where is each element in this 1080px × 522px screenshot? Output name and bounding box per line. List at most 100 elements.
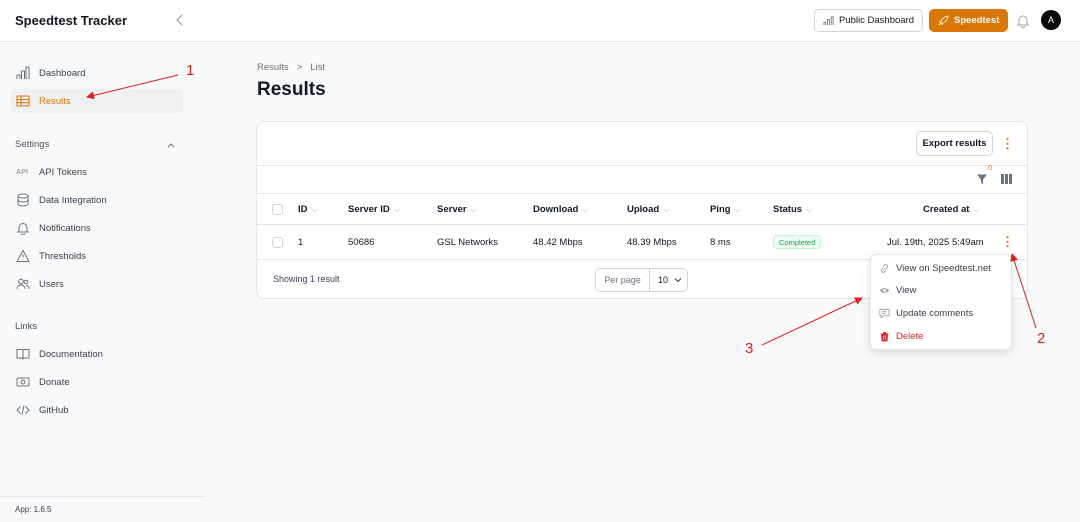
bar-chart-icon — [823, 16, 834, 26]
chevron-down-icon: ⌵ — [470, 204, 477, 214]
sidebar-item-dashboard[interactable]: Dashboard — [10, 61, 183, 85]
sidebar-item-label: GitHub — [39, 404, 69, 416]
per-page-select[interactable]: Per page 10 — [595, 268, 688, 292]
column-header-server[interactable]: Server ⌵ — [437, 204, 477, 215]
menu-item-label: View — [896, 284, 917, 296]
column-header-id[interactable]: ID ⌵ — [298, 204, 318, 215]
annotation-number-3: 3 — [745, 340, 754, 357]
table-actions-kebab-icon[interactable]: ⋮ — [1001, 137, 1014, 151]
rocket-icon — [938, 15, 949, 26]
public-dashboard-label: Public Dashboard — [839, 15, 914, 26]
column-header-created-at[interactable]: Created at ⌵ — [923, 204, 980, 215]
sidebar-item-label: Dashboard — [39, 67, 86, 79]
chevron-down-icon: ⌵ — [311, 204, 318, 214]
column-label: Download — [533, 204, 579, 215]
sidebar-item-users[interactable]: Users — [10, 272, 183, 296]
menu-item-label: Update comments — [896, 307, 974, 319]
cell-upload: 48.39 Mbps — [627, 237, 677, 248]
select-all-checkbox[interactable] — [272, 204, 283, 215]
eye-icon — [879, 287, 890, 293]
bell-icon — [16, 223, 30, 235]
column-label: Status — [773, 204, 803, 215]
chevron-down-icon: ⌵ — [806, 204, 813, 214]
menu-item-view-on-speedtest[interactable]: View on Speedtest.net — [879, 259, 991, 277]
annotation-number-1: 1 — [186, 62, 195, 79]
sidebar-item-thresholds[interactable]: Thresholds — [10, 244, 183, 268]
chevron-down-icon: ⌵ — [734, 204, 741, 214]
speedtest-button[interactable]: Speedtest — [929, 9, 1009, 32]
trash-icon — [880, 331, 889, 341]
column-label: Upload — [627, 204, 660, 215]
column-header-ping[interactable]: Ping ⌵ — [710, 204, 741, 215]
sidebar-item-donate[interactable]: Donate — [10, 370, 183, 394]
api-icon: API — [16, 168, 29, 176]
notifications-bell-icon[interactable] — [1016, 13, 1030, 28]
column-header-download[interactable]: Download ⌵ — [533, 204, 588, 215]
chevron-up-icon[interactable] — [166, 140, 176, 150]
sidebar-item-github[interactable]: GitHub — [10, 398, 183, 422]
menu-item-update-comments[interactable]: Update comments — [879, 304, 973, 322]
app-version: App: 1.6.5 — [15, 505, 52, 514]
sidebar-item-label: Notifications — [39, 222, 91, 234]
page-title: Results — [257, 79, 326, 100]
menu-item-label: View on Speedtest.net — [896, 262, 991, 274]
export-results-button[interactable]: Export results — [916, 131, 993, 156]
menu-item-label: Delete — [896, 330, 924, 342]
warning-icon — [16, 249, 30, 262]
sidebar-item-data-integration[interactable]: Data Integration — [10, 188, 183, 212]
row-checkbox[interactable] — [272, 237, 283, 248]
sidebar-item-label: Documentation — [39, 348, 103, 360]
filter-count-badge: 0 — [988, 165, 992, 172]
column-label: ID — [298, 204, 308, 215]
divider — [257, 193, 1027, 194]
menu-item-view[interactable]: View — [879, 281, 916, 299]
sidebar-item-api-tokens[interactable]: API API Tokens — [10, 160, 183, 184]
cell-server: GSL Networks — [437, 237, 498, 248]
sidebar-item-documentation[interactable]: Documentation — [10, 342, 183, 366]
sidebar-item-label: Users — [39, 278, 64, 290]
column-header-status[interactable]: Status ⌵ — [773, 204, 812, 215]
users-icon — [16, 278, 30, 290]
menu-item-delete[interactable]: Delete — [879, 327, 923, 345]
chevron-down-icon — [674, 278, 682, 283]
columns-toggle-icon[interactable] — [1000, 173, 1013, 185]
cell-download: 48.42 Mbps — [533, 237, 583, 248]
bar-chart-icon — [16, 66, 30, 79]
filter-icon[interactable] — [976, 173, 988, 185]
cell-server-id: 50686 — [348, 237, 375, 248]
speedtest-label: Speedtest — [954, 15, 1000, 26]
row-actions-kebab-icon[interactable]: ⋮ — [1001, 235, 1014, 249]
divider — [257, 224, 1027, 225]
app-title: Speedtest Tracker — [15, 13, 128, 28]
results-count: Showing 1 result — [273, 274, 340, 284]
breadcrumb: Results > List — [257, 62, 325, 73]
public-dashboard-button[interactable]: Public Dashboard — [814, 9, 923, 32]
sidebar-item-notifications[interactable]: Notifications — [10, 216, 183, 240]
sidebar-item-results[interactable]: Results — [10, 89, 183, 113]
cell-id: 1 — [298, 237, 304, 248]
sidebar-item-label: Thresholds — [39, 250, 86, 262]
column-header-server-id[interactable]: Server ID ⌵ — [348, 204, 400, 215]
cell-created-at: Jul. 19th, 2025 5:49am — [887, 237, 984, 248]
annotation-number-2: 2 — [1037, 330, 1046, 347]
code-icon — [16, 405, 30, 415]
sidebar-item-label: Data Integration — [39, 194, 107, 206]
user-avatar[interactable]: A — [1041, 10, 1061, 30]
links-group-label: Links — [15, 321, 38, 332]
row-actions-menu: View on Speedtest.net View Update commen… — [870, 254, 1012, 350]
chevron-down-icon: ⌵ — [582, 204, 589, 214]
annotation-arrow-3 — [761, 297, 863, 346]
breadcrumb-results[interactable]: Results — [257, 62, 289, 73]
column-header-upload[interactable]: Upload ⌵ — [627, 204, 669, 215]
sidebar-item-label: Donate — [39, 376, 70, 388]
chevron-down-icon: ⌵ — [663, 204, 670, 214]
sidebar-divider — [0, 496, 205, 497]
sidebar-item-label: API Tokens — [39, 166, 87, 178]
per-page-number: 10 — [658, 275, 669, 285]
per-page-value[interactable]: 10 — [650, 269, 687, 291]
breadcrumb-list: List — [310, 62, 326, 73]
column-label: Server — [437, 204, 467, 215]
collapse-sidebar-icon[interactable] — [172, 12, 188, 28]
divider — [257, 165, 1027, 166]
per-page-label: Per page — [596, 269, 650, 291]
